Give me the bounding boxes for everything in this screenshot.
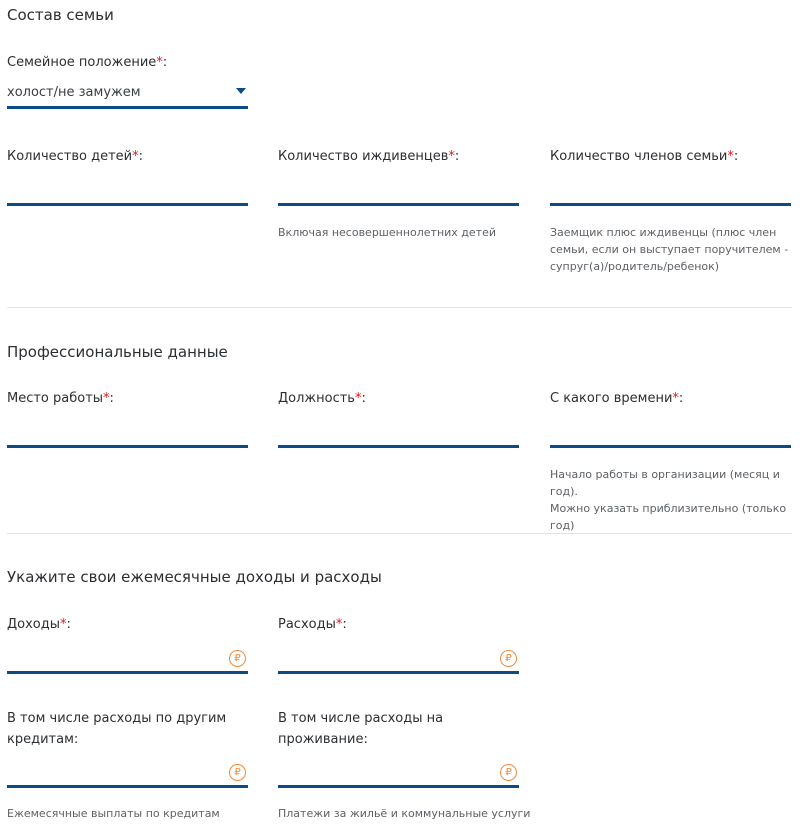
ruble-icon: ₽	[229, 764, 246, 781]
family-members-input[interactable]	[550, 186, 791, 201]
ruble-icon: ₽	[229, 650, 246, 667]
marital-status-select[interactable]: холост/не замужем	[7, 84, 248, 109]
section-title-family: Состав семьи	[7, 6, 114, 24]
position-input[interactable]	[278, 428, 519, 443]
position-field[interactable]	[278, 423, 519, 448]
other-credits-field[interactable]: ₽	[7, 763, 248, 788]
income-field[interactable]: ₽	[7, 649, 248, 674]
dependents-count-field[interactable]	[278, 181, 519, 206]
section-divider	[7, 533, 792, 534]
other-credits-hint: Ежемесячные выплаты по кредитам	[7, 807, 220, 820]
employment-since-input[interactable]	[550, 428, 791, 443]
children-count-input[interactable]	[7, 186, 248, 201]
chevron-down-icon[interactable]	[236, 88, 246, 94]
ruble-icon: ₽	[500, 650, 517, 667]
children-count-field[interactable]	[7, 181, 248, 206]
expenses-input[interactable]	[278, 654, 495, 669]
employment-since-label: С какого времени*:	[550, 391, 684, 406]
section-title-professional: Профессиональные данные	[7, 343, 228, 361]
family-members-hint: Заемщик плюс иждивенцы (плюс член семьи,…	[550, 226, 789, 273]
expenses-field[interactable]: ₽	[278, 649, 519, 674]
living-expenses-hint: Платежи за жильё и коммунальные услуги	[278, 807, 531, 820]
other-credits-input[interactable]	[7, 768, 224, 783]
dependents-hint: Включая несовершеннолетних детей	[278, 226, 497, 239]
workplace-input[interactable]	[7, 428, 248, 443]
ruble-icon: ₽	[500, 764, 517, 781]
dependents-count-label: Количество иждивенцев*:	[278, 149, 460, 164]
employment-since-field[interactable]	[550, 423, 791, 448]
family-members-label: Количество членов семьи*:	[550, 149, 739, 164]
section-title-finance: Укажите свои ежемесячные доходы и расход…	[7, 568, 382, 586]
living-expenses-input[interactable]	[278, 768, 495, 783]
position-label: Должность*:	[278, 391, 366, 406]
marital-status-label: Семейное положение*:	[7, 55, 168, 70]
workplace-field[interactable]	[7, 423, 248, 448]
other-credits-label: В том числе расходы по другим кредитам:	[7, 711, 227, 747]
dependents-count-input[interactable]	[278, 186, 519, 201]
living-expenses-label: В том числе расходы на проживание:	[278, 711, 444, 747]
workplace-label: Место работы*:	[7, 391, 114, 406]
living-expenses-field[interactable]: ₽	[278, 763, 519, 788]
family-members-field[interactable]	[550, 181, 791, 206]
income-input[interactable]	[7, 654, 224, 669]
section-divider	[7, 307, 792, 308]
expenses-label: Расходы*:	[278, 617, 347, 632]
children-count-label: Количество детей*:	[7, 149, 143, 164]
employment-since-hint: Начало работы в организации (месяц и год…	[550, 468, 787, 532]
income-label: Доходы*:	[7, 617, 71, 632]
marital-status-value: холост/не замужем	[7, 85, 141, 100]
